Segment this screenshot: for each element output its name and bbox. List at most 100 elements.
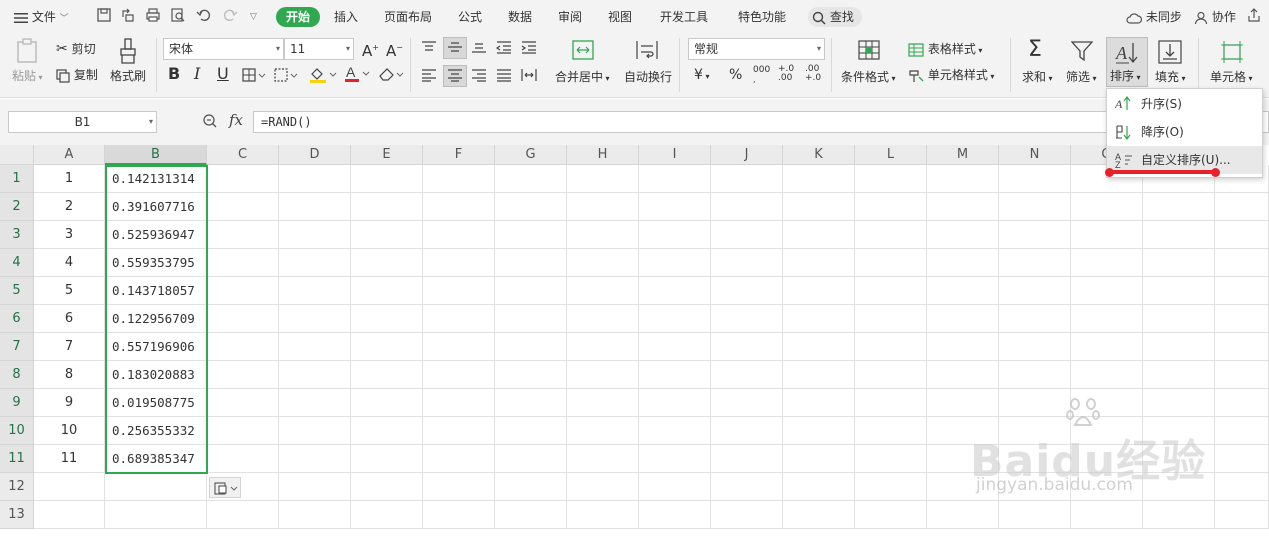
empty-cell[interactable]	[999, 501, 1071, 529]
empty-cell[interactable]	[855, 473, 927, 501]
empty-cell[interactable]	[927, 165, 999, 193]
empty-cell[interactable]	[1143, 333, 1215, 361]
empty-cell[interactable]	[1215, 333, 1269, 361]
font-color-icon[interactable]: A	[344, 64, 370, 87]
empty-cell[interactable]	[999, 473, 1071, 501]
empty-cell[interactable]	[351, 221, 423, 249]
empty-cell[interactable]	[711, 333, 783, 361]
tab-formulas[interactable]: 公式	[458, 7, 482, 27]
empty-cell[interactable]	[207, 361, 279, 389]
undo-icon[interactable]	[196, 7, 212, 27]
empty-cell[interactable]	[1143, 361, 1215, 389]
cell-a[interactable]: 6	[34, 305, 105, 333]
empty-cell[interactable]	[1215, 305, 1269, 333]
fx-button[interactable]: fx	[229, 111, 243, 129]
underline-button[interactable]: U	[217, 66, 229, 82]
name-box[interactable]: B1 ▾	[8, 111, 157, 133]
quick-access-dropdown-icon[interactable]: ▽	[250, 7, 257, 27]
empty-cell[interactable]	[279, 305, 351, 333]
wrap-text-button[interactable]: 自动换行	[624, 69, 672, 85]
cell-a[interactable]: 2	[34, 193, 105, 221]
empty-cell[interactable]	[1143, 417, 1215, 445]
empty-cell[interactable]	[423, 389, 495, 417]
column-header-d[interactable]: D	[279, 145, 351, 165]
eraser-icon[interactable]	[378, 66, 404, 86]
empty-cell[interactable]	[423, 221, 495, 249]
empty-cell[interactable]	[279, 221, 351, 249]
empty-cell[interactable]	[855, 249, 927, 277]
row-header[interactable]: 9	[0, 389, 34, 417]
empty-cell[interactable]	[783, 277, 855, 305]
empty-cell[interactable]	[207, 501, 279, 529]
sort-ascending-item[interactable]: A 升序(S)	[1107, 90, 1262, 118]
empty-cell[interactable]	[1143, 305, 1215, 333]
empty-cell[interactable]	[423, 473, 495, 501]
empty-cell[interactable]	[351, 417, 423, 445]
increase-font-icon[interactable]: A+	[362, 40, 379, 59]
empty-cell[interactable]	[351, 277, 423, 305]
empty-cell[interactable]	[855, 221, 927, 249]
empty-cell[interactable]	[927, 193, 999, 221]
fill-down-icon[interactable]	[1158, 40, 1182, 68]
empty-cell[interactable]	[639, 333, 711, 361]
empty-cell[interactable]	[1215, 417, 1269, 445]
empty-cell[interactable]	[567, 277, 639, 305]
tab-insert[interactable]: 插入	[334, 7, 358, 27]
cell-a[interactable]: 11	[34, 445, 105, 473]
row-header[interactable]: 1	[0, 165, 34, 193]
empty-cell[interactable]	[351, 165, 423, 193]
empty-cell[interactable]	[1215, 389, 1269, 417]
align-middle-icon[interactable]	[443, 37, 467, 59]
filter-button[interactable]: 筛选 ▾	[1066, 69, 1097, 87]
cut-button[interactable]: ✂ 剪切	[56, 41, 96, 57]
empty-cell[interactable]	[495, 333, 567, 361]
cell-a[interactable]: 4	[34, 249, 105, 277]
empty-cell[interactable]	[711, 389, 783, 417]
decrease-indent-icon[interactable]	[495, 40, 513, 58]
empty-cell[interactable]	[495, 249, 567, 277]
align-left-icon[interactable]	[420, 68, 438, 86]
tab-developer[interactable]: 开发工具	[660, 7, 708, 27]
empty-cell[interactable]	[1071, 417, 1143, 445]
empty-cell[interactable]	[495, 501, 567, 529]
cell-a[interactable]: 8	[34, 361, 105, 389]
search-box[interactable]: 查找	[808, 7, 862, 27]
empty-cell[interactable]	[783, 165, 855, 193]
column-header-e[interactable]: E	[351, 145, 423, 165]
empty-cell[interactable]	[927, 389, 999, 417]
column-header-j[interactable]: J	[711, 145, 783, 165]
merge-center-button[interactable]: 合并居中 ▾	[555, 69, 610, 87]
tab-page-layout[interactable]: 页面布局	[384, 7, 432, 27]
empty-cell[interactable]	[423, 333, 495, 361]
empty-cell[interactable]	[423, 277, 495, 305]
empty-cell[interactable]	[711, 501, 783, 529]
empty-cell[interactable]	[999, 361, 1071, 389]
tab-review[interactable]: 审阅	[558, 7, 582, 27]
empty-cell[interactable]	[567, 305, 639, 333]
fill-color-icon[interactable]	[309, 66, 337, 88]
empty-cell[interactable]	[351, 501, 423, 529]
empty-cell[interactable]	[927, 221, 999, 249]
column-header-g[interactable]: G	[495, 145, 567, 165]
empty-cell[interactable]	[783, 417, 855, 445]
empty-cell[interactable]	[855, 417, 927, 445]
cell-button[interactable]: 单元格 ▾	[1210, 69, 1253, 87]
empty-cell[interactable]	[1071, 361, 1143, 389]
empty-cell[interactable]	[855, 445, 927, 473]
empty-cell[interactable]	[1071, 445, 1143, 473]
empty-cell[interactable]	[279, 333, 351, 361]
tab-data[interactable]: 数据	[508, 7, 532, 27]
empty-cell[interactable]	[783, 501, 855, 529]
empty-cell[interactable]	[207, 333, 279, 361]
column-header-b[interactable]: B	[105, 145, 207, 165]
empty-cell[interactable]	[207, 193, 279, 221]
empty-cell[interactable]	[1215, 193, 1269, 221]
font-size-select[interactable]: 11 ▾	[284, 38, 354, 60]
clipboard-icon[interactable]	[16, 38, 38, 68]
empty-cell[interactable]	[927, 501, 999, 529]
empty-cell[interactable]	[855, 305, 927, 333]
empty-cell[interactable]	[999, 193, 1071, 221]
empty-cell[interactable]	[423, 361, 495, 389]
empty-cell[interactable]	[351, 193, 423, 221]
empty-cell[interactable]	[711, 473, 783, 501]
